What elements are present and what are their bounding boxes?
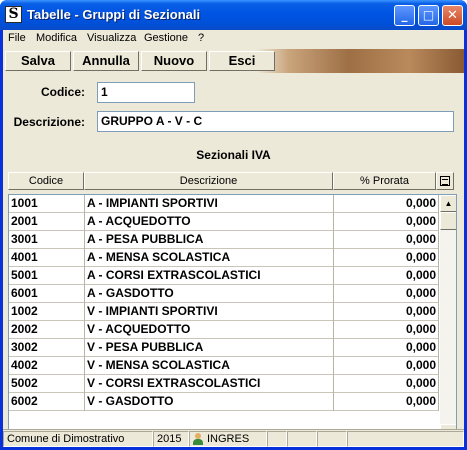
cell-codice: 3001 <box>9 231 85 249</box>
cell-codice: 5002 <box>9 375 85 393</box>
status-cell-empty-1 <box>267 431 287 447</box>
table-row[interactable]: 6002 V - GASDOTTO 0,000 <box>9 393 439 411</box>
cell-codice: 4001 <box>9 249 85 267</box>
cell-codice: 5001 <box>9 267 85 285</box>
codice-field[interactable]: 1 <box>97 82 195 103</box>
cell-prorata: 0,000 <box>334 393 439 411</box>
new-button[interactable]: Nuovo <box>141 51 207 71</box>
cell-codice: 3002 <box>9 339 85 357</box>
column-header-descrizione[interactable]: Descrizione <box>84 172 333 190</box>
table-row[interactable]: 2002 V - ACQUEDOTTO 0,000 <box>9 321 439 339</box>
cancel-button[interactable]: Annulla <box>73 51 139 71</box>
vertical-scrollbar[interactable]: ▲ ▼ <box>440 195 456 441</box>
cell-codice: 1002 <box>9 303 85 321</box>
cell-prorata: 0,000 <box>334 267 439 285</box>
status-user: INGRES <box>189 431 267 447</box>
column-header-codice[interactable]: Codice <box>8 172 84 190</box>
status-cell-empty-4 <box>347 431 464 447</box>
status-user-label: INGRES <box>207 433 250 445</box>
cell-codice: 4002 <box>9 357 85 375</box>
menu-gestione[interactable]: Gestione <box>144 32 188 44</box>
cell-codice: 6002 <box>9 393 85 411</box>
menu-modifica[interactable]: Modifica <box>36 32 77 44</box>
descrizione-label: Descrizione: <box>13 115 85 129</box>
column-chooser-icon[interactable] <box>436 172 454 190</box>
section-title: Sezionali IVA <box>196 148 271 162</box>
cell-prorata: 0,000 <box>334 303 439 321</box>
cell-descrizione: A - MENSA SCOLASTICA <box>85 249 334 267</box>
cell-descrizione: V - CORSI EXTRASCOLASTICI <box>85 375 334 393</box>
cell-descrizione: V - MENSA SCOLASTICA <box>85 357 334 375</box>
descrizione-field[interactable]: GRUPPO A - V - C <box>97 111 454 132</box>
cell-prorata: 0,000 <box>334 357 439 375</box>
cell-descrizione: V - GASDOTTO <box>85 393 334 411</box>
cell-prorata: 0,000 <box>334 249 439 267</box>
table-row[interactable]: 4001 A - MENSA SCOLASTICA 0,000 <box>9 249 439 267</box>
cell-descrizione: A - PESA PUBBLICA <box>85 231 334 249</box>
table-row[interactable]: 3002 V - PESA PUBBLICA 0,000 <box>9 339 439 357</box>
table-row[interactable]: 3001 A - PESA PUBBLICA 0,000 <box>9 231 439 249</box>
window-title: Tabelle - Gruppi di Sezionali <box>27 7 201 22</box>
menu-help[interactable]: ? <box>198 32 204 44</box>
scroll-thumb[interactable] <box>440 212 456 230</box>
cell-codice: 2001 <box>9 213 85 231</box>
status-year: 2015 <box>153 431 189 447</box>
sezionali-table[interactable]: 1001 A - IMPIANTI SPORTIVI 0,000 2001 A - AC… <box>8 194 457 442</box>
window-client: File Modifica Visualizza Gestione ? Salv… <box>3 30 464 447</box>
cell-descrizione: V - IMPIANTI SPORTIVI <box>85 303 334 321</box>
cell-prorata: 0,000 <box>334 231 439 249</box>
status-bar: Comune di Dimostrativo 2015 INGRES <box>3 429 464 447</box>
cell-prorata: 0,000 <box>334 213 439 231</box>
title-bar[interactable]: S Tabelle - Gruppi di Sezionali _ □ ✕ <box>0 0 467 30</box>
table-row[interactable]: 1002 V - IMPIANTI SPORTIVI 0,000 <box>9 303 439 321</box>
cell-codice: 2002 <box>9 321 85 339</box>
cell-prorata: 0,000 <box>334 339 439 357</box>
cell-descrizione: A - CORSI EXTRASCOLASTICI <box>85 267 334 285</box>
cell-codice: 6001 <box>9 285 85 303</box>
exit-button[interactable]: Esci <box>209 51 275 71</box>
cell-prorata: 0,000 <box>334 195 439 213</box>
table-row[interactable]: 2001 A - ACQUEDOTTO 0,000 <box>9 213 439 231</box>
cell-descrizione: A - IMPIANTI SPORTIVI <box>85 195 334 213</box>
menu-bar: File Modifica Visualizza Gestione ? <box>3 30 464 49</box>
status-comune: Comune di Dimostrativo <box>3 431 153 447</box>
status-cell-empty-3 <box>317 431 347 447</box>
menu-visualizza[interactable]: Visualizza <box>87 32 136 44</box>
maximize-button[interactable]: □ <box>418 5 439 26</box>
table-row[interactable]: 5001 A - CORSI EXTRASCOLASTICI 0,000 <box>9 267 439 285</box>
menu-file[interactable]: File <box>8 32 26 44</box>
close-button[interactable]: ✕ <box>442 5 463 26</box>
table-row[interactable]: 1001 A - IMPIANTI SPORTIVI 0,000 <box>9 195 439 213</box>
cell-prorata: 0,000 <box>334 321 439 339</box>
cell-descrizione: V - ACQUEDOTTO <box>85 321 334 339</box>
table-row[interactable]: 5002 V - CORSI EXTRASCOLASTICI 0,000 <box>9 375 439 393</box>
status-cell-empty-2 <box>287 431 317 447</box>
codice-label: Codice: <box>40 85 85 99</box>
cell-prorata: 0,000 <box>334 285 439 303</box>
save-button[interactable]: Salva <box>5 51 71 71</box>
table-row[interactable]: 4002 V - MENSA SCOLASTICA 0,000 <box>9 357 439 375</box>
table-row[interactable]: 6001 A - GASDOTTO 0,000 <box>9 285 439 303</box>
column-header-prorata[interactable]: % Prorata <box>333 172 436 190</box>
app-logo-icon: S <box>5 6 22 23</box>
toolbar: Salva Annulla Nuovo Esci <box>3 49 464 73</box>
cell-prorata: 0,000 <box>334 375 439 393</box>
cell-descrizione: A - ACQUEDOTTO <box>85 213 334 231</box>
user-icon <box>193 433 203 445</box>
minimize-button[interactable]: _ <box>394 5 415 26</box>
cell-descrizione: V - PESA PUBBLICA <box>85 339 334 357</box>
cell-codice: 1001 <box>9 195 85 213</box>
scroll-up-icon[interactable]: ▲ <box>440 195 456 212</box>
cell-descrizione: A - GASDOTTO <box>85 285 334 303</box>
app-window: S Tabelle - Gruppi di Sezionali _ □ ✕ Fi… <box>0 0 467 450</box>
